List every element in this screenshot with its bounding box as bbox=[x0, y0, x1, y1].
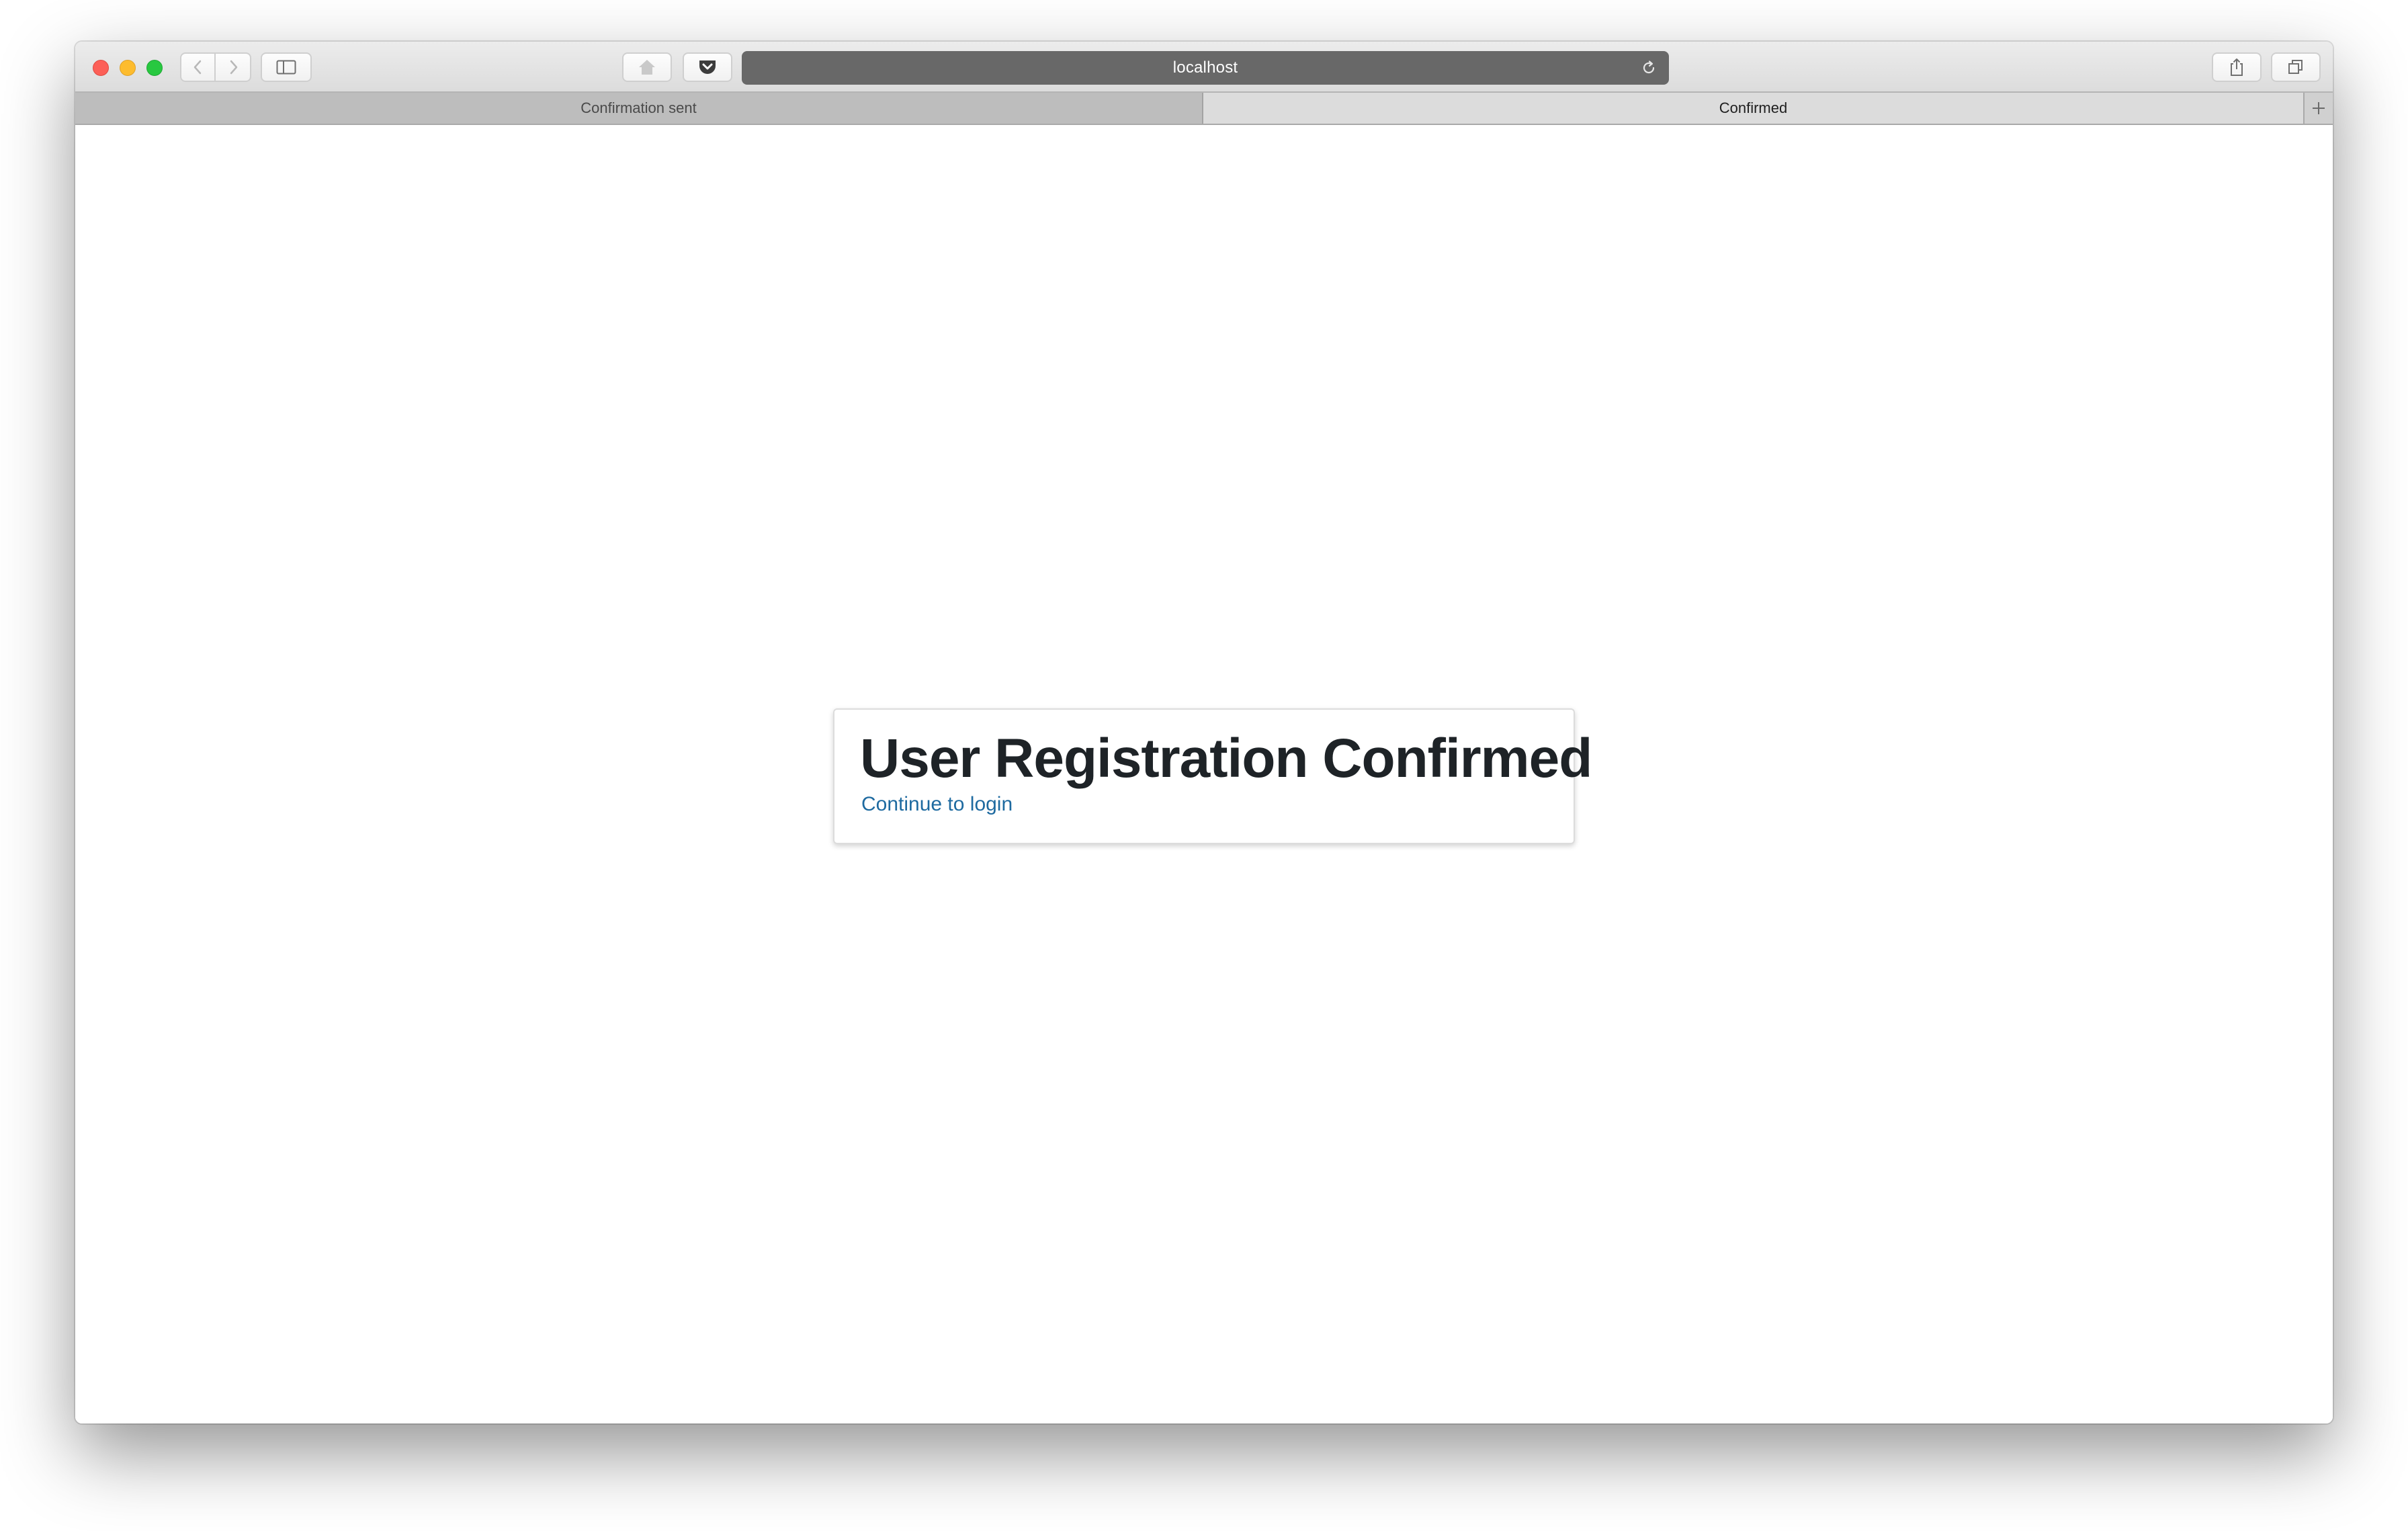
screen: localhost Confirmation sent Confirmed Us… bbox=[0, 0, 2408, 1531]
page-content: User Registration Confirmed Continue to … bbox=[75, 125, 2333, 1423]
forward-button[interactable] bbox=[216, 52, 251, 82]
pocket-icon bbox=[699, 60, 716, 74]
confirmation-card: User Registration Confirmed Continue to … bbox=[833, 708, 1592, 844]
continue-to-login-link[interactable]: Continue to login bbox=[861, 793, 1013, 816]
home-button[interactable] bbox=[622, 52, 672, 82]
tabs-overview-button[interactable] bbox=[2271, 52, 2321, 82]
chevron-left-icon bbox=[194, 60, 201, 75]
back-button[interactable] bbox=[180, 52, 216, 82]
address-bar-url: localhost bbox=[1172, 58, 1238, 77]
reload-icon bbox=[1643, 60, 1655, 74]
maximize-window-icon[interactable] bbox=[146, 60, 163, 76]
tabs-overview-icon bbox=[2288, 60, 2303, 74]
chevron-right-icon bbox=[230, 60, 237, 75]
tab-bar: Confirmation sent Confirmed bbox=[75, 93, 2333, 125]
tab-confirmation-sent[interactable]: Confirmation sent bbox=[75, 93, 1203, 124]
tab-label: Confirmed bbox=[1719, 99, 1788, 116]
tab-confirmed[interactable]: Confirmed bbox=[1203, 93, 2303, 124]
home-icon bbox=[639, 60, 655, 75]
browser-toolbar: localhost bbox=[75, 42, 2333, 93]
page-title: User Registration Confirmed bbox=[860, 728, 1592, 789]
browser-window: localhost Confirmation sent Confirmed Us… bbox=[75, 42, 2333, 1423]
new-tab-button[interactable] bbox=[2303, 93, 2333, 124]
tab-label: Confirmation sent bbox=[580, 99, 697, 116]
minimize-window-icon[interactable] bbox=[120, 60, 136, 76]
pocket-button[interactable] bbox=[683, 52, 732, 82]
share-icon bbox=[2231, 58, 2243, 76]
plus-icon bbox=[2313, 102, 2325, 114]
close-window-icon[interactable] bbox=[93, 60, 109, 76]
address-bar[interactable]: localhost bbox=[742, 51, 1669, 85]
sidebar-button[interactable] bbox=[261, 52, 312, 82]
reload-button[interactable] bbox=[1638, 57, 1660, 79]
share-button[interactable] bbox=[2212, 52, 2262, 82]
sidebar-icon bbox=[276, 60, 296, 75]
navigation-buttons bbox=[180, 52, 251, 82]
